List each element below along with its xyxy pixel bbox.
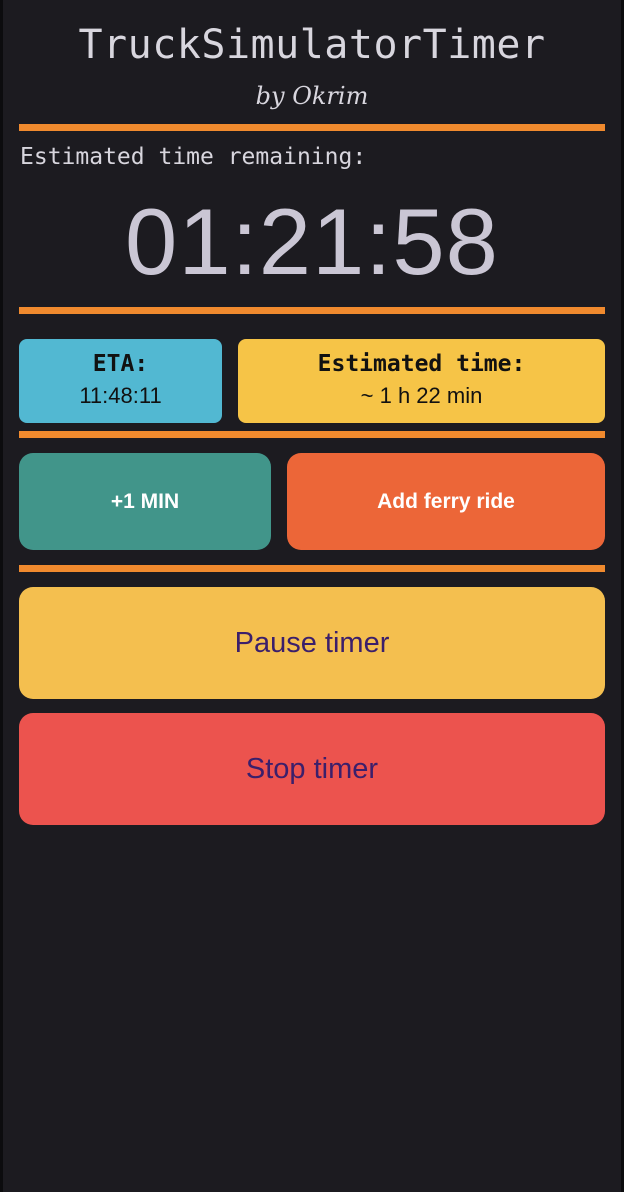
remaining-label: Estimated time remaining: [20,144,367,170]
eta-card: ETA: 11:48:11 [19,339,222,423]
app-byline: by Okrim [255,82,369,110]
add-one-minute-button[interactable]: +1 MIN [19,453,271,550]
estimated-time-card: Estimated time: ~ 1 h 22 min [238,339,605,423]
estimated-time-label: Estimated time: [317,351,526,377]
estimated-time-value: ~ 1 h 22 min [360,383,483,408]
app-screen: TruckSimulatorTimer by Okrim Estimated t… [0,0,624,1192]
pause-timer-button[interactable]: Pause timer [19,587,605,699]
stop-timer-button[interactable]: Stop timer [19,713,605,825]
add-ferry-ride-button[interactable]: Add ferry ride [287,453,605,550]
divider-after-info [19,431,605,438]
divider-after-actions [19,565,605,572]
eta-label: ETA: [92,351,149,377]
divider-after-countdown [19,307,605,314]
divider-top [19,124,605,131]
app-title: TruckSimulatorTimer [78,22,546,68]
countdown-display: 01:21:58 [125,189,499,294]
left-edge [0,0,3,1192]
eta-value: 11:48:11 [79,383,162,408]
